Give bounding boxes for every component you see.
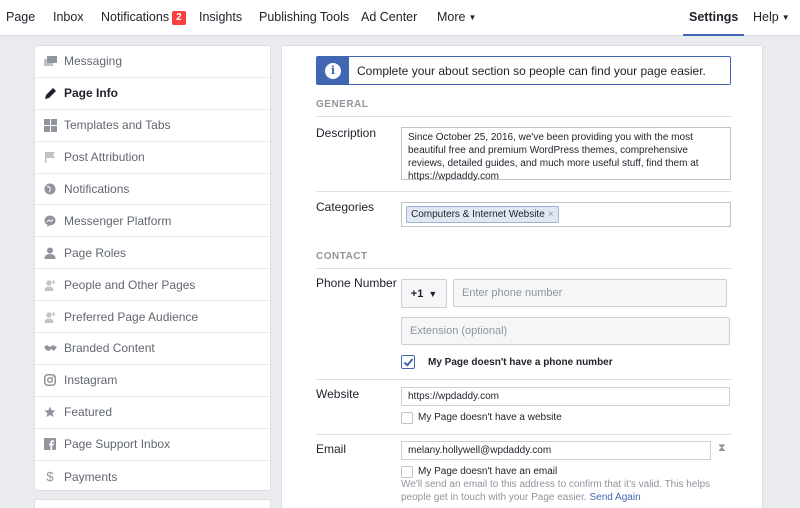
nav-insights[interactable]: Insights (199, 0, 242, 36)
website-input[interactable]: https://wpdaddy.com (401, 387, 730, 406)
facebook-icon (43, 437, 57, 451)
sidebar-item-label: Messenger Platform (64, 213, 172, 228)
messenger-icon (43, 214, 57, 228)
sidebar-item-label: Payments (64, 469, 118, 484)
sidebar-item-label: Page Support Inbox (64, 437, 171, 452)
dollar-icon: $ (46, 469, 54, 485)
handshake-icon (43, 341, 57, 355)
sidebar-item-label: Featured (64, 405, 113, 420)
settings-sidebar: Messaging Page Info Templates and Tabs P… (34, 45, 271, 491)
categories-label: Categories (316, 200, 375, 214)
sidebar-item-payments[interactable]: $ Payments (35, 461, 270, 490)
sidebar-item-label: Page Roles (64, 245, 127, 260)
sidebar-item-instagram[interactable]: Instagram (35, 365, 270, 397)
phone-number-input[interactable]: Enter phone number (453, 279, 727, 307)
sidebar-item-post-attribution[interactable]: Post Attribution (35, 142, 270, 174)
email-help-text: We'll send an email to this address to c… (401, 478, 741, 504)
no-phone-checkbox[interactable] (401, 355, 415, 369)
phone-number-label: Phone Number (316, 276, 397, 290)
person-plus-icon (43, 310, 57, 324)
nav-inbox[interactable]: Inbox (53, 0, 84, 36)
info-notice: i Complete your about section so people … (316, 56, 731, 85)
nav-more-label: More (437, 10, 466, 24)
person-icon (43, 246, 57, 260)
hourglass-icon: ⧗ (718, 442, 726, 454)
page-info-panel: i Complete your about section so people … (281, 45, 763, 508)
no-website-label: My Page doesn't have a website (418, 412, 562, 423)
sidebar-item-messenger-platform[interactable]: Messenger Platform (35, 205, 270, 238)
sidebar-item-label: Templates and Tabs (64, 118, 171, 133)
pencil-icon (43, 86, 57, 100)
nav-notifications-label: Notifications (101, 10, 170, 24)
flag-icon (43, 150, 57, 164)
sidebar-item-page-roles[interactable]: Page Roles (35, 237, 270, 270)
sidebar-item-label: Instagram (64, 373, 118, 388)
sidebar-item-label: Messaging (64, 54, 123, 69)
sidebar-item-label: Preferred Page Audience (64, 309, 199, 324)
caret-down-icon: ▼ (781, 13, 790, 22)
sidebar-item-label: People and Other Pages (64, 277, 196, 292)
divider (316, 434, 731, 435)
sidebar-item-page-support-inbox[interactable]: Page Support Inbox (35, 429, 270, 461)
section-title-general: GENERAL (316, 99, 369, 110)
no-email-label: My Page doesn't have an email (418, 466, 558, 477)
message-icon (43, 54, 57, 68)
sidebar-item-label: Branded Content (64, 341, 155, 356)
sidebar-item-messaging[interactable]: Messaging (35, 46, 270, 78)
sidebar-item-label: Notifications (64, 182, 130, 196)
sidebar-item-notifications[interactable]: Notifications (35, 174, 270, 206)
nav-settings[interactable]: Settings (683, 0, 745, 36)
nav-publishing-tools[interactable]: Publishing Tools (259, 0, 349, 36)
website-label: Website (316, 387, 360, 401)
sidebar-item-page-info[interactable]: Page Info (35, 78, 270, 110)
caret-down-icon: ▼ (468, 13, 477, 22)
extension-input[interactable]: Extension (optional) (401, 317, 730, 345)
email-help-message: We'll send an email to this address to c… (401, 479, 711, 503)
no-website-checkbox[interactable] (401, 412, 413, 424)
sidebar-secondary-panel (34, 499, 271, 508)
notifications-badge: 2 (172, 11, 186, 25)
nav-more[interactable]: More ▼ (437, 0, 476, 36)
caret-down-icon: ▼ (428, 288, 438, 299)
category-token-label: Computers & Internet Website (411, 209, 545, 220)
divider (316, 116, 731, 117)
person-plus-icon (43, 278, 57, 292)
sidebar-item-preferred-page-audience[interactable]: Preferred Page Audience (35, 301, 270, 334)
email-label: Email (316, 442, 347, 456)
description-label: Description (316, 126, 377, 140)
instagram-icon (43, 373, 57, 387)
globe-icon (43, 182, 57, 196)
divider (316, 191, 731, 192)
no-email-checkbox[interactable] (401, 466, 413, 478)
star-icon (43, 405, 57, 419)
info-icon: i (317, 57, 349, 84)
categories-input[interactable]: Computers & Internet Website × (401, 202, 731, 227)
country-code-value: +1 (410, 287, 424, 300)
category-token: Computers & Internet Website × (406, 206, 559, 223)
sidebar-item-templates-and-tabs[interactable]: Templates and Tabs (35, 110, 270, 142)
send-again-link[interactable]: Send Again (589, 492, 640, 503)
description-textarea[interactable]: Since October 25, 2016, we've been provi… (401, 127, 731, 182)
nav-help[interactable]: Help ▼ (753, 0, 790, 36)
no-phone-label: My Page doesn't have a phone number (428, 357, 613, 368)
notice-text: Complete your about section so people ca… (357, 63, 706, 78)
nav-ad-center[interactable]: Ad Center (361, 0, 417, 36)
sidebar-item-featured[interactable]: Featured (35, 397, 270, 429)
nav-notifications[interactable]: Notifications 2 (101, 0, 186, 36)
nav-page[interactable]: Page (6, 0, 35, 36)
email-input[interactable]: melany.hollywell@wpdaddy.com (401, 441, 711, 460)
remove-token-icon[interactable]: × (548, 209, 554, 220)
sidebar-item-branded-content[interactable]: Branded Content (35, 333, 270, 365)
section-title-contact: CONTACT (316, 251, 368, 262)
country-code-select[interactable]: +1 ▼ (401, 279, 447, 308)
divider (316, 268, 731, 269)
sidebar-item-label: Page Info (64, 86, 119, 101)
grid-icon (43, 118, 57, 132)
sidebar-item-people-and-other-pages[interactable]: People and Other Pages (35, 269, 270, 302)
nav-help-label: Help (753, 10, 779, 24)
sidebar-item-label: Post Attribution (64, 150, 145, 165)
divider (316, 379, 731, 380)
top-navigation: Page Inbox Notifications 2 Insights Publi… (0, 0, 800, 36)
